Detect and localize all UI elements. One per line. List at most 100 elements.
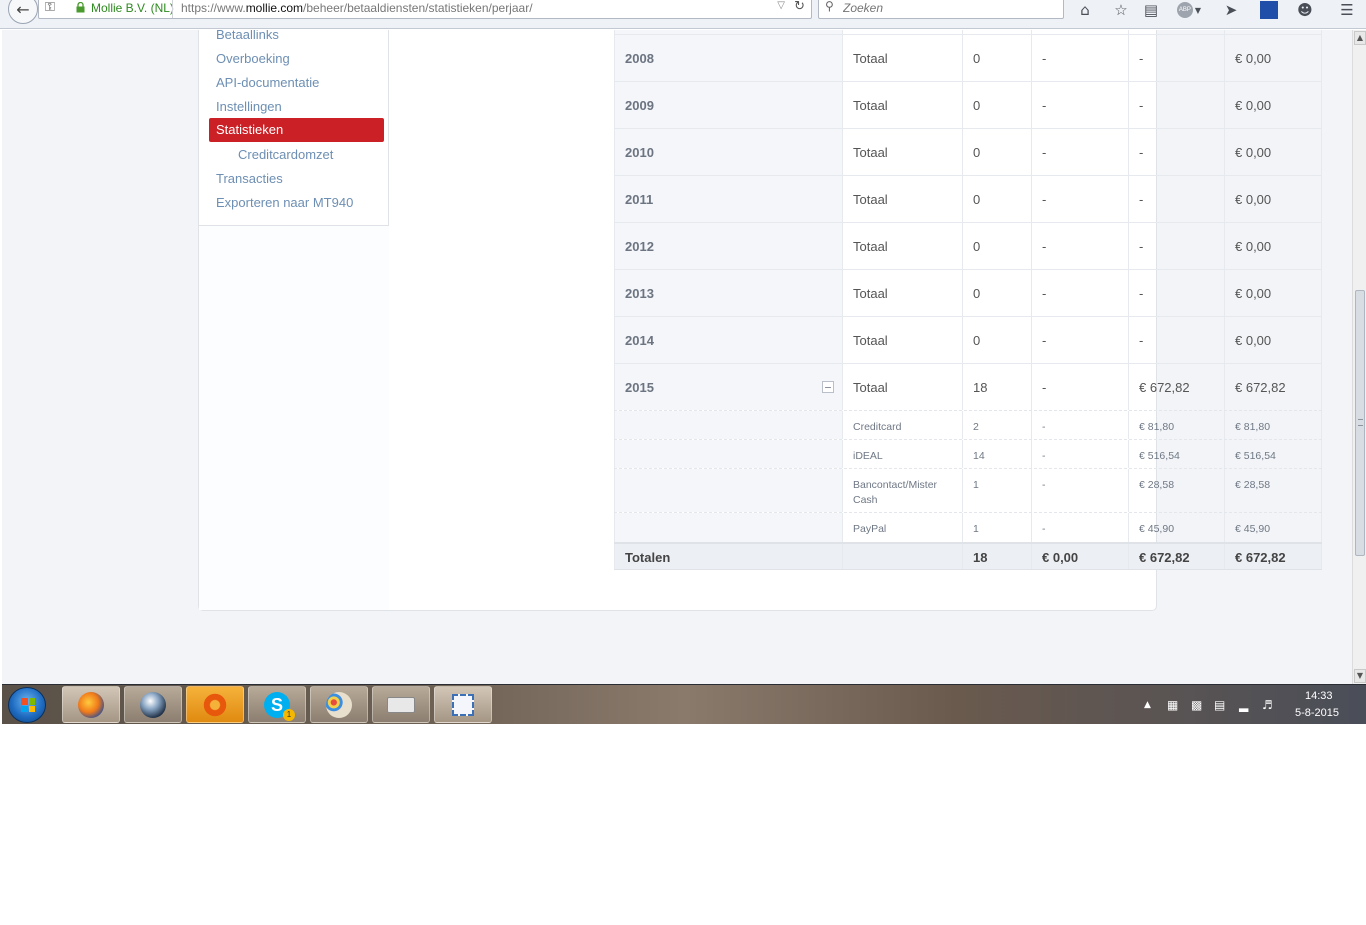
url-dropdown-icon[interactable]: ▽: [777, 0, 785, 11]
media-player-icon: [140, 691, 166, 718]
type-cell: Totaal: [853, 145, 888, 160]
count-cell: 14: [973, 450, 985, 462]
grid-icon[interactable]: [1257, 0, 1281, 20]
totals-total: € 672,82: [1235, 550, 1286, 565]
method-cell: iDEAL: [853, 450, 883, 462]
method-cell: Creditcard: [853, 421, 902, 433]
sidebar-item-exporteren[interactable]: Exporteren naar MT940: [216, 195, 353, 210]
type-cell: Totaal: [853, 192, 888, 207]
type-cell: Totaal: [853, 333, 888, 348]
reload-icon[interactable]: ↻: [794, 0, 805, 14]
totals-col3: € 0,00: [1042, 550, 1079, 565]
method-cell: PayPal: [853, 523, 887, 535]
search-input[interactable]: [843, 1, 1053, 15]
type-cell: Totaal: [853, 286, 888, 301]
taskbar-firefox[interactable]: [62, 686, 120, 723]
year-cell: 2011: [625, 192, 654, 207]
type-cell: Totaal: [853, 98, 888, 113]
clock-time[interactable]: 14:33: [1305, 690, 1333, 702]
hamburger-menu-icon[interactable]: ☰: [1335, 0, 1359, 20]
send-icon[interactable]: ➤: [1219, 0, 1243, 20]
url-bar[interactable]: ⚿ Mollie B.V. (NL) https://www.mollie.co…: [38, 0, 812, 19]
col4-cell: € 672,82: [1139, 380, 1190, 395]
count-cell: 1: [973, 479, 979, 491]
skype-badge: 1: [283, 709, 295, 721]
type-cell: Totaal: [853, 239, 888, 254]
type-cell: Totaal: [853, 380, 888, 395]
count-cell: 0: [973, 145, 981, 160]
total-cell: € 28,58: [1235, 479, 1271, 491]
table-row: 2012 Totaal 0 - - € 0,00: [614, 223, 1322, 270]
col3-cell: -: [1042, 479, 1046, 491]
volume-tray-icon[interactable]: ♬: [1262, 698, 1273, 712]
year-cell: 2008: [625, 51, 654, 66]
col4-cell: € 45,90: [1139, 523, 1175, 535]
url-path: /beheer/betaaldiensten/statistieken/perj…: [303, 1, 533, 15]
url-text[interactable]: https://www.mollie.com/beheer/betaaldien…: [181, 1, 533, 15]
col3-cell: -: [1042, 98, 1047, 113]
year-cell: 2012: [625, 239, 654, 254]
tray-expand-icon[interactable]: ▲: [1144, 700, 1151, 710]
site-identity[interactable]: Mollie B.V. (NL): [91, 1, 174, 15]
scrollbar-thumb[interactable]: [1355, 290, 1365, 556]
table-row: 2009 Totaal 0 - - € 0,00: [614, 82, 1322, 129]
taskbar-origin[interactable]: [186, 686, 244, 723]
star-icon[interactable]: ☆: [1109, 0, 1133, 20]
sidebar-lower-panel: [199, 226, 389, 610]
col3-cell: -: [1042, 239, 1047, 254]
table-subrow: Creditcard 2 - € 81,80 € 81,80: [614, 411, 1322, 440]
count-cell: 2: [973, 421, 979, 433]
sidebar-item-api-documentatie[interactable]: API-documentatie: [216, 75, 319, 90]
scroll-up-button[interactable]: ▲: [1354, 31, 1366, 45]
taskbar: S 1 ▲ ▦ ▩ ▤ ▂ ♬ 14:33 5-8-2015: [2, 684, 1366, 724]
start-button[interactable]: [8, 687, 46, 723]
total-cell: € 0,00: [1235, 333, 1272, 348]
reading-list-icon[interactable]: ▤: [1139, 0, 1163, 20]
taskbar-printer[interactable]: [372, 686, 430, 723]
table-row: 2010 Totaal 0 - - € 0,00: [614, 129, 1322, 176]
key-icon[interactable]: ⚿: [45, 0, 55, 15]
url-separator: [172, 0, 173, 18]
search-icon: ⚲: [825, 0, 834, 13]
page-scrollbar[interactable]: ▲ ▼: [1352, 30, 1366, 684]
method-cell: Bancontact/Mister Cash: [843, 478, 937, 508]
signal-tray-icon[interactable]: ▂: [1239, 698, 1248, 712]
scroll-down-button[interactable]: ▼: [1354, 669, 1366, 683]
sidebar-item-betaallinks[interactable]: Betaallinks: [216, 30, 279, 42]
sidebar-item-creditcardomzet[interactable]: Creditcardomzet: [238, 147, 333, 162]
page-content: Betaallinks Overboeking API-documentatie…: [2, 30, 1352, 684]
col4-cell: -: [1139, 286, 1144, 301]
totals-row: Totalen 18 € 0,00 € 672,82 € 672,82: [614, 542, 1322, 570]
home-icon[interactable]: ⌂: [1073, 0, 1097, 20]
col4-cell: -: [1139, 239, 1144, 254]
collapse-icon[interactable]: [822, 381, 834, 393]
totals-count: 18: [973, 550, 988, 565]
taskbar-snipping[interactable]: [434, 686, 492, 723]
col4-cell: -: [1139, 98, 1144, 113]
count-cell: 0: [973, 192, 981, 207]
network-app-tray-icon[interactable]: ▩: [1191, 698, 1202, 712]
sidebar-item-statistieken[interactable]: Statistieken: [209, 118, 384, 142]
snipping-tool-icon: [452, 693, 474, 716]
col4-cell: -: [1139, 51, 1144, 66]
clipboard-tray-icon[interactable]: ▤: [1214, 698, 1225, 712]
taskbar-media[interactable]: [124, 686, 182, 723]
table-subrow: PayPal 1 - € 45,90 € 45,90: [614, 513, 1322, 542]
col3-cell: -: [1042, 421, 1046, 433]
chat-icon[interactable]: ☻: [1293, 0, 1317, 20]
adblock-icon[interactable]: ABP ▼: [1174, 0, 1204, 20]
back-button[interactable]: ←: [8, 0, 38, 24]
sidebar-item-transacties[interactable]: Transacties: [216, 171, 283, 186]
windows-tray-icon[interactable]: ▦: [1167, 698, 1178, 712]
count-cell: 18: [973, 380, 988, 395]
sidebar-item-overboeking[interactable]: Overboeking: [216, 51, 290, 66]
url-prefix: https://www.: [181, 1, 246, 15]
taskbar-paint[interactable]: [310, 686, 368, 723]
taskbar-skype[interactable]: S 1: [248, 686, 306, 723]
sidebar-item-instellingen[interactable]: Instellingen: [216, 99, 282, 114]
total-cell: € 45,90: [1235, 523, 1271, 535]
clock-date[interactable]: 5-8-2015: [1295, 707, 1339, 719]
col3-cell: -: [1042, 333, 1047, 348]
col4-cell: € 28,58: [1139, 479, 1175, 491]
search-bar[interactable]: ⚲: [818, 0, 1064, 19]
